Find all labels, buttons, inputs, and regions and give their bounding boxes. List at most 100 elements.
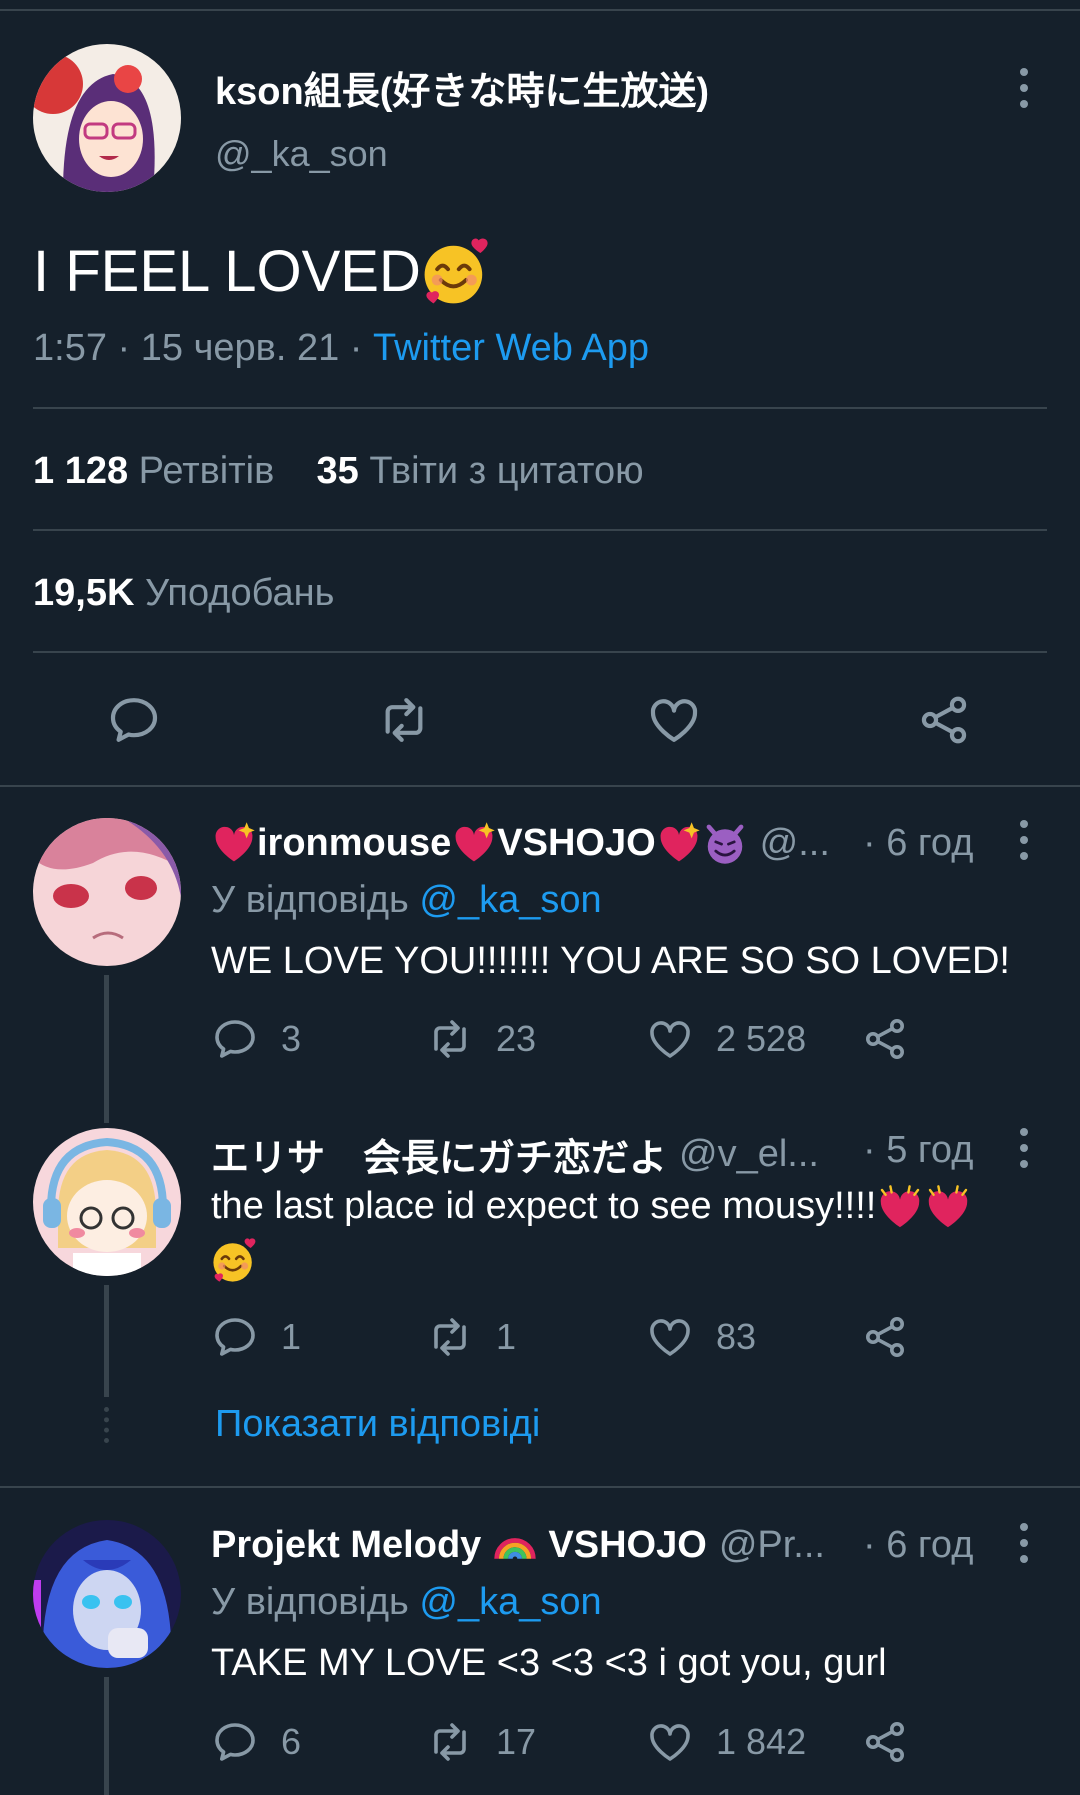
like-icon xyxy=(646,1718,694,1766)
retweet-stats[interactable]: 1 128 Ретвітів 35 Твіти з цитатою xyxy=(33,450,644,493)
like-icon[interactable] xyxy=(646,692,702,748)
beating-heart-emoji xyxy=(876,1184,924,1232)
reply-button[interactable]: 1 xyxy=(211,1313,301,1361)
divider xyxy=(33,529,1047,531)
thread-line xyxy=(104,975,109,1123)
reply-author[interactable]: Projekt Melody VSHOJO xyxy=(211,1522,707,1568)
reply-to-handle[interactable]: @_ka_son xyxy=(419,1581,601,1623)
reply-button[interactable]: 6 xyxy=(211,1718,301,1766)
share-button[interactable] xyxy=(861,1015,931,1063)
share-icon xyxy=(861,1313,909,1361)
likes-label: Уподобань xyxy=(144,572,335,614)
share-icon xyxy=(861,1718,909,1766)
reply-icon xyxy=(211,1015,259,1063)
like-button[interactable]: 83 xyxy=(646,1313,756,1361)
tweet-source-link[interactable]: Twitter Web App xyxy=(373,327,649,369)
reply-author-suffix: VSHOJO xyxy=(497,821,656,864)
retweet-icon[interactable] xyxy=(376,692,432,748)
thread-line xyxy=(104,1285,109,1397)
reply-text-content: the last place id expect to see mousy!!!… xyxy=(211,1185,877,1227)
more-icon[interactable] xyxy=(1018,820,1030,860)
share-button[interactable] xyxy=(861,1718,931,1766)
retweet-icon xyxy=(426,1015,474,1063)
reply-header: Projekt Melody VSHOJO @Pr... xyxy=(211,1522,825,1568)
reply-button[interactable]: 3 xyxy=(211,1015,301,1063)
likes-count: 19,5K xyxy=(33,572,135,614)
reply-time: · 6 год xyxy=(863,1524,974,1566)
author-name[interactable]: kson組長(好きな時に生放送) xyxy=(215,60,709,115)
reply-time: · 5 год xyxy=(863,1129,974,1171)
quotes-count: 35 xyxy=(316,450,359,492)
retweet-count: 23 xyxy=(496,1018,537,1059)
reply-author[interactable]: ironmouse VSHOJO xyxy=(211,820,748,866)
reply-action-bar: 6 17 1 842 xyxy=(211,1718,931,1768)
divider xyxy=(0,785,1080,787)
quotes-label: Твіти з цитатою xyxy=(369,450,644,492)
beating-heart-emoji xyxy=(924,1184,972,1232)
divider xyxy=(33,651,1047,653)
like-count: 83 xyxy=(716,1316,757,1357)
reply-action-bar: 3 23 2 528 xyxy=(211,1015,931,1065)
share-icon xyxy=(861,1015,909,1063)
likes-stats[interactable]: 19,5K Уподобань xyxy=(33,572,334,615)
more-icon[interactable] xyxy=(1018,1523,1030,1563)
reply-avatar[interactable] xyxy=(33,818,181,966)
smiling-hearts-emoji xyxy=(421,235,493,307)
reply-handle[interactable]: @Pr... xyxy=(719,1524,825,1567)
thread-dots xyxy=(104,1407,109,1443)
reply-author-name[interactable]: エリサ 会長にガチ恋だよ xyxy=(211,1127,667,1182)
reply-avatar[interactable] xyxy=(33,1520,181,1668)
reply-handle[interactable]: @v_el... xyxy=(679,1133,819,1176)
like-icon xyxy=(646,1313,694,1361)
author-avatar[interactable] xyxy=(33,44,181,192)
reply-count: 6 xyxy=(281,1721,302,1762)
retweet-icon xyxy=(426,1718,474,1766)
tweet-text: I FEEL LOVED xyxy=(33,235,493,307)
reply-text: the last place id expect to see mousy!!!… xyxy=(211,1180,1031,1284)
share-button[interactable] xyxy=(861,1313,931,1361)
thread-line xyxy=(104,1677,109,1795)
show-replies-link[interactable]: Показати відповіді xyxy=(215,1403,540,1446)
divider xyxy=(33,407,1047,409)
reply-to-handle[interactable]: @_ka_son xyxy=(419,879,601,921)
reply-author-name: ironmouse xyxy=(257,821,452,864)
reply-text: TAKE MY LOVE <3 <3 <3 i got you, gurl xyxy=(211,1642,887,1684)
reply-icon xyxy=(211,1313,259,1361)
like-count: 1 842 xyxy=(716,1721,807,1762)
share-icon[interactable] xyxy=(916,692,972,748)
reply-icon xyxy=(211,1718,259,1766)
smiling-hearts-emoji xyxy=(211,1236,259,1284)
sparkling-heart-emoji xyxy=(451,820,497,866)
tweet-date: 15 черв. 21 xyxy=(140,327,340,369)
top-border xyxy=(0,9,1080,11)
retweet-button[interactable]: 23 xyxy=(426,1015,536,1063)
reply-icon[interactable] xyxy=(106,692,162,748)
retweet-count: 17 xyxy=(496,1721,537,1762)
reply-header: ironmouse VSHOJO @... xyxy=(211,820,830,866)
reply-time: · 6 год xyxy=(863,822,974,864)
retweet-count: 1 xyxy=(496,1316,517,1357)
more-icon[interactable] xyxy=(1018,1128,1030,1168)
reply-author-name: Projekt Melody xyxy=(211,1523,482,1566)
reply-avatar[interactable] xyxy=(33,1128,181,1276)
reply-to-label: У відповідь xyxy=(211,879,409,921)
tweet-action-bar xyxy=(0,692,1080,752)
tweet-time: 1:57 xyxy=(33,327,107,369)
author-handle[interactable]: @_ka_son xyxy=(215,133,388,175)
like-button[interactable]: 2 528 xyxy=(646,1015,806,1063)
retweet-button[interactable]: 1 xyxy=(426,1313,516,1361)
sparkling-heart-emoji xyxy=(211,820,257,866)
reply-to: У відповідь @_ka_son xyxy=(211,879,602,922)
more-icon[interactable] xyxy=(1018,68,1030,108)
reply-action-bar: 1 1 83 xyxy=(211,1313,931,1363)
retweets-count: 1 128 xyxy=(33,450,129,492)
reply-count: 1 xyxy=(281,1316,302,1357)
reply-handle[interactable]: @... xyxy=(760,822,830,865)
reply-text: WE LOVE YOU!!!!!!! YOU ARE SO SO LOVED! xyxy=(211,940,1010,982)
reply-to-label: У відповідь xyxy=(211,1581,409,1623)
reply-to: У відповідь @_ka_son xyxy=(211,1581,602,1624)
retweet-button[interactable]: 17 xyxy=(426,1718,536,1766)
like-button[interactable]: 1 842 xyxy=(646,1718,806,1766)
rainbow-emoji xyxy=(492,1522,538,1568)
smiling-devil-emoji xyxy=(702,820,748,866)
